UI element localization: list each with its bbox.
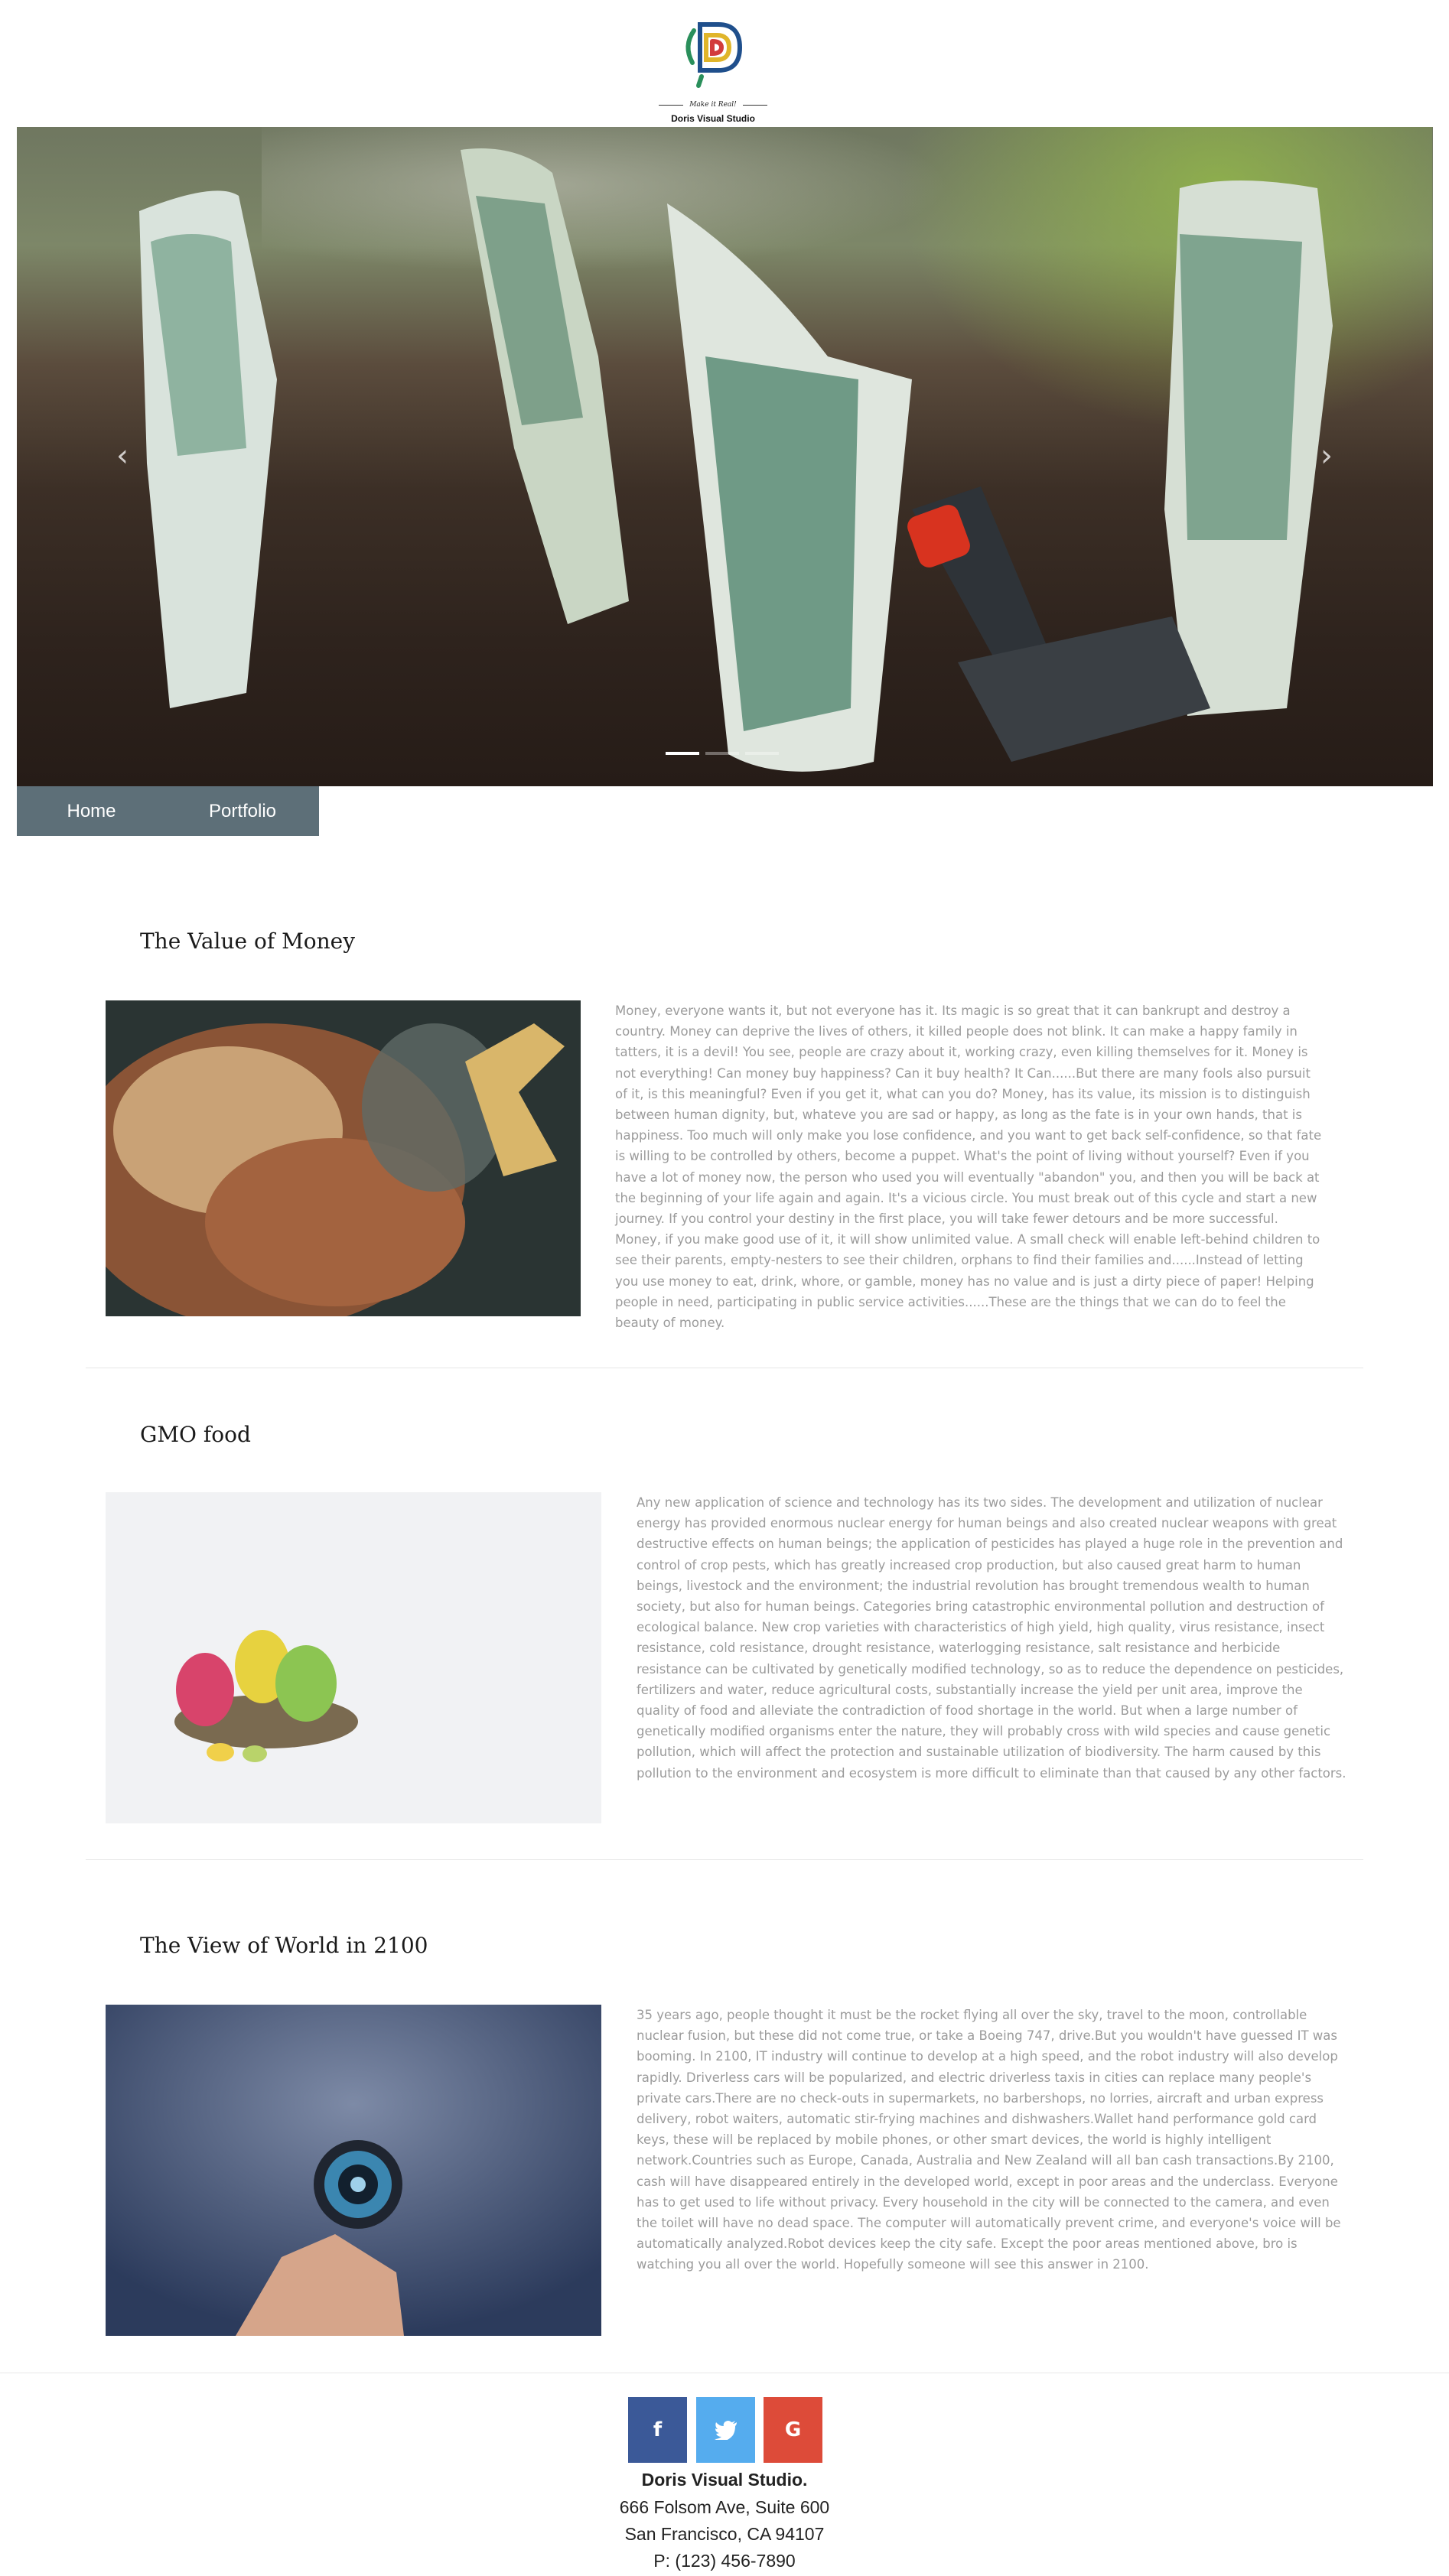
carousel-indicator-2[interactable]	[705, 752, 739, 755]
article-title: The Value of Money	[140, 929, 356, 954]
twitter-icon	[714, 2421, 737, 2441]
footer-phone: P: (123) 456-7890	[653, 2551, 796, 2571]
logo[interactable]: Make it Real! Doris Visual Studio	[656, 15, 770, 127]
carousel-indicator-1[interactable]	[666, 752, 699, 755]
article-world-2100: The View of World in 2100 35 years ago, …	[0, 1885, 1449, 2344]
carousel-prev-button[interactable]: ‹	[107, 441, 138, 471]
article-body: 35 years ago, people thought it must be …	[637, 2008, 1341, 2272]
article-title: The View of World in 2100	[140, 1933, 428, 1958]
section-divider	[86, 1859, 1363, 1860]
carousel-indicator-3[interactable]	[745, 752, 779, 755]
article-image	[106, 1000, 581, 1316]
twitter-button[interactable]	[696, 2397, 755, 2463]
article-image	[106, 2005, 601, 2336]
google-button[interactable]: G	[764, 2397, 822, 2463]
article-image	[106, 1492, 601, 1823]
article-gmo-food: GMO food Any new application of science …	[0, 1396, 1449, 1855]
footer-address-line-2: San Francisco, CA 94107	[624, 2524, 825, 2544]
google-icon: G	[784, 2418, 802, 2441]
footer-address-line-1: 666 Folsom Ave, Suite 600	[619, 2497, 830, 2517]
chevron-left-icon: ‹	[116, 438, 129, 473]
main-nav: Home Portfolio	[17, 786, 319, 836]
footer-company: Doris Visual Studio.	[641, 2470, 808, 2490]
article-body: Money, everyone wants it, but not everyo…	[615, 1003, 1322, 1331]
hero-image	[139, 148, 1333, 772]
nav-home[interactable]: Home	[17, 786, 166, 836]
site-footer: f G Doris Visual Studio. 666 Folsom Ave,…	[0, 2373, 1449, 2576]
hero-carousel[interactable]: ‹ ›	[17, 127, 1433, 786]
watch-image	[106, 2005, 601, 2336]
logo-mark-icon	[685, 22, 743, 88]
site-header: Make it Real! Doris Visual Studio	[0, 0, 1449, 127]
facebook-button[interactable]: f	[628, 2397, 687, 2463]
article-body: Any new application of science and techn…	[637, 1495, 1346, 1781]
nav-portfolio[interactable]: Portfolio	[166, 786, 319, 836]
chevron-right-icon: ›	[1320, 438, 1333, 473]
carousel-next-button[interactable]: ›	[1311, 441, 1342, 471]
article-title: GMO food	[140, 1422, 251, 1447]
coins-image	[106, 1000, 581, 1316]
facebook-icon: f	[653, 2418, 663, 2441]
article-value-of-money: The Value of Money Money, everyone wants…	[0, 903, 1449, 1361]
carousel-indicators	[666, 752, 779, 755]
logo-tagline: Make it Real!	[689, 101, 737, 109]
logo-name: Doris Visual Studio	[671, 113, 755, 124]
eggs-image	[106, 1492, 601, 1823]
